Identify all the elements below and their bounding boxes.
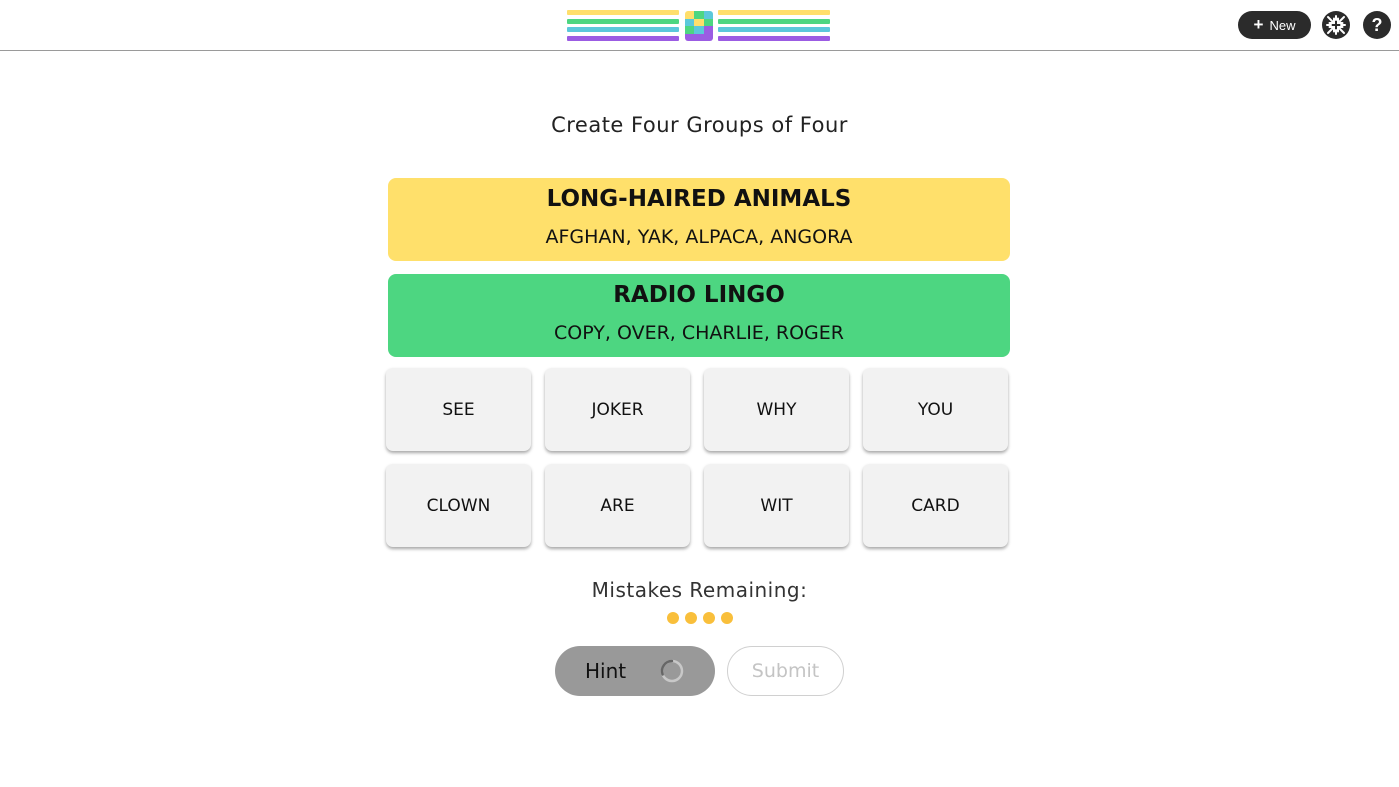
shrink-button[interactable] <box>1322 11 1350 39</box>
logo-stripe <box>718 27 830 32</box>
word-tile[interactable]: WHY <box>704 368 849 451</box>
solved-group-words: AFGHAN, YAK, ALPACA, ANGORA <box>545 226 853 248</box>
logo-stripe <box>567 35 679 41</box>
logo-tile <box>694 18 704 26</box>
hint-button[interactable]: Hint <box>555 646 715 696</box>
logo-stripe <box>567 27 679 32</box>
solved-group-words: COPY, OVER, CHARLIE, ROGER <box>554 322 844 344</box>
logo-tile <box>703 18 713 26</box>
word-tile[interactable]: CARD <box>863 464 1008 547</box>
logo-tile <box>685 33 695 41</box>
mistake-dot <box>667 612 679 624</box>
word-grid: SEE JOKER WHY YOU CLOWN ARE WIT CARD <box>386 368 1008 548</box>
plus-icon: + <box>1253 14 1264 34</box>
mistakes-remaining-label: Mistakes Remaining: <box>591 578 808 602</box>
logo-tile <box>694 26 704 34</box>
shrink-icon <box>1326 15 1346 35</box>
solved-group-yellow: LONG-HAIRED ANIMALS AFGHAN, YAK, ALPACA,… <box>388 178 1010 261</box>
logo-tile <box>685 18 695 26</box>
word-tile[interactable]: YOU <box>863 368 1008 451</box>
logo-tile-grid <box>685 11 713 41</box>
word-tile[interactable]: JOKER <box>545 368 690 451</box>
new-game-label: New <box>1269 17 1296 33</box>
logo-tile <box>703 33 713 41</box>
solved-group-title: RADIO LINGO <box>613 282 785 308</box>
logo-stripe <box>567 10 679 15</box>
mistake-dot <box>685 612 697 624</box>
mistake-dot <box>721 612 733 624</box>
solved-group-title: LONG-HAIRED ANIMALS <box>546 186 852 212</box>
logo-stripe <box>567 18 679 24</box>
logo-stripes-right <box>718 10 830 43</box>
logo-tile <box>694 11 704 19</box>
solved-group-green: RADIO LINGO COPY, OVER, CHARLIE, ROGER <box>388 274 1010 357</box>
mistake-dot <box>703 612 715 624</box>
logo-tile <box>685 11 695 19</box>
logo-tile <box>685 26 695 34</box>
help-icon: ? <box>1371 14 1383 35</box>
word-tile[interactable]: CLOWN <box>386 464 531 547</box>
new-game-button[interactable]: + New <box>1238 11 1311 39</box>
logo-tile <box>703 26 713 34</box>
game-logo <box>567 10 831 43</box>
submit-button[interactable]: Submit <box>727 646 844 696</box>
help-button[interactable]: ? <box>1363 11 1391 39</box>
logo-stripe <box>718 18 830 24</box>
word-tile[interactable]: WIT <box>704 464 849 547</box>
logo-stripe <box>718 35 830 41</box>
hint-label: Hint <box>585 659 627 683</box>
word-tile[interactable]: ARE <box>545 464 690 547</box>
mistakes-dots <box>667 612 733 624</box>
logo-tile <box>703 11 713 19</box>
word-tile[interactable]: SEE <box>386 368 531 451</box>
loading-spinner-icon <box>660 659 684 683</box>
logo-stripes-left <box>567 10 679 43</box>
header-bar: + New ? <box>0 0 1399 51</box>
logo-stripe <box>718 10 830 15</box>
page-title: Create Four Groups of Four <box>551 113 848 137</box>
logo-tile <box>694 33 704 41</box>
